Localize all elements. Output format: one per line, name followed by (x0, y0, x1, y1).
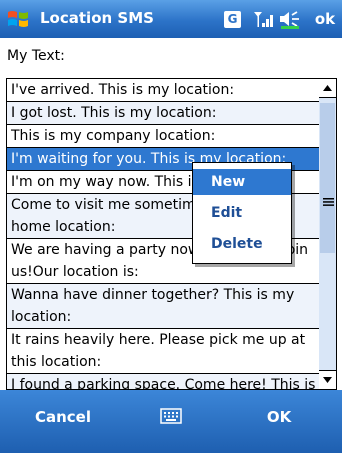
grip-icon (323, 198, 334, 206)
list-item[interactable]: This is my company location: (7, 125, 320, 148)
menu-item-delete[interactable]: Delete (193, 231, 291, 257)
context-menu: New Edit Delete (192, 162, 292, 264)
menu-item-edit[interactable]: Edit (193, 200, 291, 226)
keyboard-icon[interactable] (160, 408, 182, 424)
windows-logo-icon[interactable] (6, 8, 30, 30)
signal-icon[interactable] (252, 8, 276, 30)
title-bar: Location SMS G ok (0, 0, 342, 38)
cancel-softkey[interactable]: Cancel (18, 408, 108, 426)
ok-softkey[interactable]: OK (234, 408, 324, 426)
list-item[interactable]: I got lost. This is my location: (7, 102, 320, 125)
scroll-up-button[interactable] (319, 79, 336, 98)
menu-item-new[interactable]: New (193, 169, 291, 195)
arrow-down-icon (323, 377, 332, 383)
gprs-indicator[interactable]: G (224, 11, 241, 28)
arrow-up-icon (323, 85, 332, 91)
soft-key-bar: Cancel OK (0, 390, 342, 453)
list-item[interactable]: I found a parking space. Come here! This… (7, 374, 320, 389)
list-scrollbar[interactable] (319, 78, 337, 390)
volume-icon[interactable] (278, 9, 304, 29)
list-item[interactable]: It rains heavily here. Please pick me up… (7, 329, 320, 374)
my-text-label: My Text: (7, 48, 65, 64)
scroll-thumb[interactable] (320, 103, 335, 253)
scroll-down-button[interactable] (319, 370, 336, 389)
list-item[interactable]: I've arrived. This is my location: (7, 79, 320, 102)
list-item[interactable]: Wanna have dinner together? This is my l… (7, 284, 320, 329)
app-title: Location SMS (40, 9, 154, 27)
ok-button[interactable]: ok (310, 8, 340, 30)
